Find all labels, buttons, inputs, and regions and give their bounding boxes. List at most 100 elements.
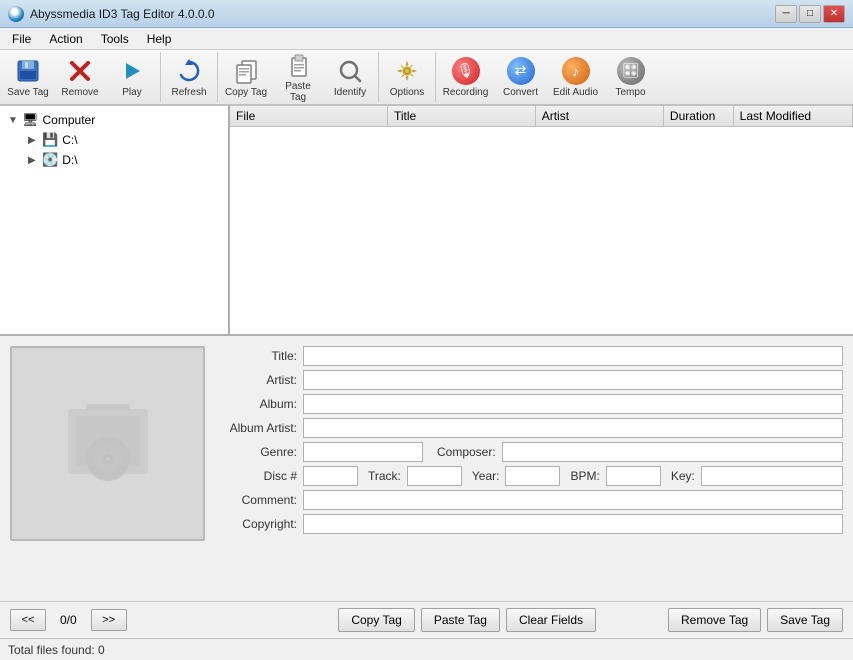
tree-root[interactable]: ▼ 🖥 Computer (4, 110, 224, 130)
disc-input[interactable] (303, 466, 358, 486)
refresh-label: Refresh (171, 87, 206, 98)
comment-input[interactable] (303, 490, 843, 510)
album-label: Album: (217, 397, 297, 411)
comment-label: Comment: (217, 493, 297, 507)
refresh-icon (174, 56, 204, 85)
status-text: Total files found: 0 (8, 643, 105, 657)
convert-button[interactable]: ⇄ Convert (493, 52, 548, 102)
play-label: Play (122, 87, 141, 98)
disc-track-row: Disc # Track: Year: BPM: Key: (217, 466, 843, 486)
play-button[interactable]: Play (106, 52, 158, 102)
toolbar-group-1: Save Tag Remove Play (0, 52, 161, 102)
options-label: Options (390, 87, 424, 98)
col-artist[interactable]: Artist (535, 106, 663, 127)
maximize-button[interactable]: □ (799, 5, 821, 23)
title-input[interactable] (303, 346, 843, 366)
album-artist-label: Album Artist: (217, 421, 297, 435)
comment-row: Comment: (217, 490, 843, 510)
title-row: Title: (217, 346, 843, 366)
genre-label: Genre: (217, 445, 297, 459)
drive-c-icon: 💾 (42, 132, 58, 148)
album-artist-input[interactable] (303, 418, 843, 438)
tree-root-label: Computer (43, 113, 96, 127)
edit-audio-label: Edit Audio (553, 87, 598, 98)
copy-tag-button[interactable]: Copy Tag (220, 52, 272, 102)
clear-fields-button[interactable]: Clear Fields (506, 608, 596, 632)
play-icon (117, 56, 147, 85)
album-art[interactable] (10, 346, 205, 541)
close-button[interactable]: ✕ (823, 5, 845, 23)
composer-input[interactable] (502, 442, 843, 462)
app-icon (8, 6, 24, 22)
identify-icon (335, 56, 365, 85)
copyright-input[interactable] (303, 514, 843, 534)
refresh-button[interactable]: Refresh (163, 52, 215, 102)
track-label: Track: (368, 469, 401, 483)
toolbar-group-3: Copy Tag Paste Tag Identify (218, 52, 379, 102)
copyright-label: Copyright: (217, 517, 297, 531)
track-input[interactable] (407, 466, 462, 486)
year-label: Year: (472, 469, 500, 483)
col-last-modified[interactable]: Last Modified (733, 106, 852, 127)
paste-tag-action-button[interactable]: Paste Tag (421, 608, 500, 632)
minimize-button[interactable]: ─ (775, 5, 797, 23)
toolbar-group-4: Options (379, 52, 436, 102)
save-tag-action-button[interactable]: Save Tag (767, 608, 843, 632)
identify-label: Identify (334, 87, 366, 98)
editor-panel: Title: Artist: Album: Album Artist: Genr… (0, 336, 853, 601)
col-title[interactable]: Title (387, 106, 535, 127)
artist-row: Artist: (217, 370, 843, 390)
save-icon (13, 56, 43, 85)
album-row: Album: (217, 394, 843, 414)
menu-tools[interactable]: Tools (93, 30, 137, 48)
drive-d-icon: 💽 (42, 152, 58, 168)
main-content: ▼ 🖥 Computer ▶ 💾 C:\ ▶ 💽 D:\ File Title … (0, 106, 853, 336)
nav-controls: << 0/0 >> (10, 609, 127, 631)
remove-tag-button[interactable]: Remove Tag (668, 608, 761, 632)
menu-file[interactable]: File (4, 30, 39, 48)
convert-icon: ⇄ (506, 56, 536, 85)
remove-icon (65, 56, 95, 85)
options-button[interactable]: Options (381, 52, 433, 102)
menu-help[interactable]: Help (139, 30, 180, 48)
edit-audio-button[interactable]: ♪ Edit Audio (548, 52, 603, 102)
identify-button[interactable]: Identify (324, 52, 376, 102)
copy-tag-label: Copy Tag (225, 87, 267, 98)
tree-arrow-root: ▼ (8, 115, 18, 126)
remove-label: Remove (61, 87, 98, 98)
recording-button[interactable]: 🎙 Recording (438, 52, 493, 102)
tag-form: Title: Artist: Album: Album Artist: Genr… (217, 346, 843, 591)
convert-label: Convert (503, 87, 538, 98)
year-input[interactable] (505, 466, 560, 486)
col-file[interactable]: File (230, 106, 387, 127)
col-duration[interactable]: Duration (663, 106, 733, 127)
key-input[interactable] (701, 466, 843, 486)
toolbar-group-2: Refresh (161, 52, 218, 102)
next-button[interactable]: >> (91, 609, 127, 631)
tree-item-c[interactable]: ▶ 💾 C:\ (4, 130, 224, 150)
tree-d-label: D:\ (62, 153, 77, 167)
paste-tag-label: Paste Tag (276, 81, 320, 103)
prev-button[interactable]: << (10, 609, 46, 631)
file-table: File Title Artist Duration Last Modified (230, 106, 853, 127)
artist-input[interactable] (303, 370, 843, 390)
bottom-section: Title: Artist: Album: Album Artist: Genr… (0, 336, 853, 638)
tree-arrow-d: ▶ (28, 155, 38, 166)
toolbar: Save Tag Remove Play (0, 50, 853, 106)
bottom-action-bar: << 0/0 >> Copy Tag Paste Tag Clear Field… (0, 601, 853, 638)
menu-action[interactable]: Action (41, 30, 90, 48)
tree-panel: ▼ 🖥 Computer ▶ 💾 C:\ ▶ 💽 D:\ (0, 106, 230, 334)
remove-button[interactable]: Remove (54, 52, 106, 102)
bpm-input[interactable] (606, 466, 661, 486)
paste-tag-button[interactable]: Paste Tag (272, 52, 324, 102)
key-label: Key: (671, 469, 695, 483)
album-input[interactable] (303, 394, 843, 414)
genre-composer-row: Genre: Composer: (217, 442, 843, 462)
recording-label: Recording (443, 87, 489, 98)
bpm-label: BPM: (570, 469, 599, 483)
copy-tag-action-button[interactable]: Copy Tag (338, 608, 414, 632)
tempo-button[interactable]: 🎛 Tempo (603, 52, 658, 102)
genre-input[interactable] (303, 442, 423, 462)
tree-item-d[interactable]: ▶ 💽 D:\ (4, 150, 224, 170)
save-tag-button[interactable]: Save Tag (2, 52, 54, 102)
